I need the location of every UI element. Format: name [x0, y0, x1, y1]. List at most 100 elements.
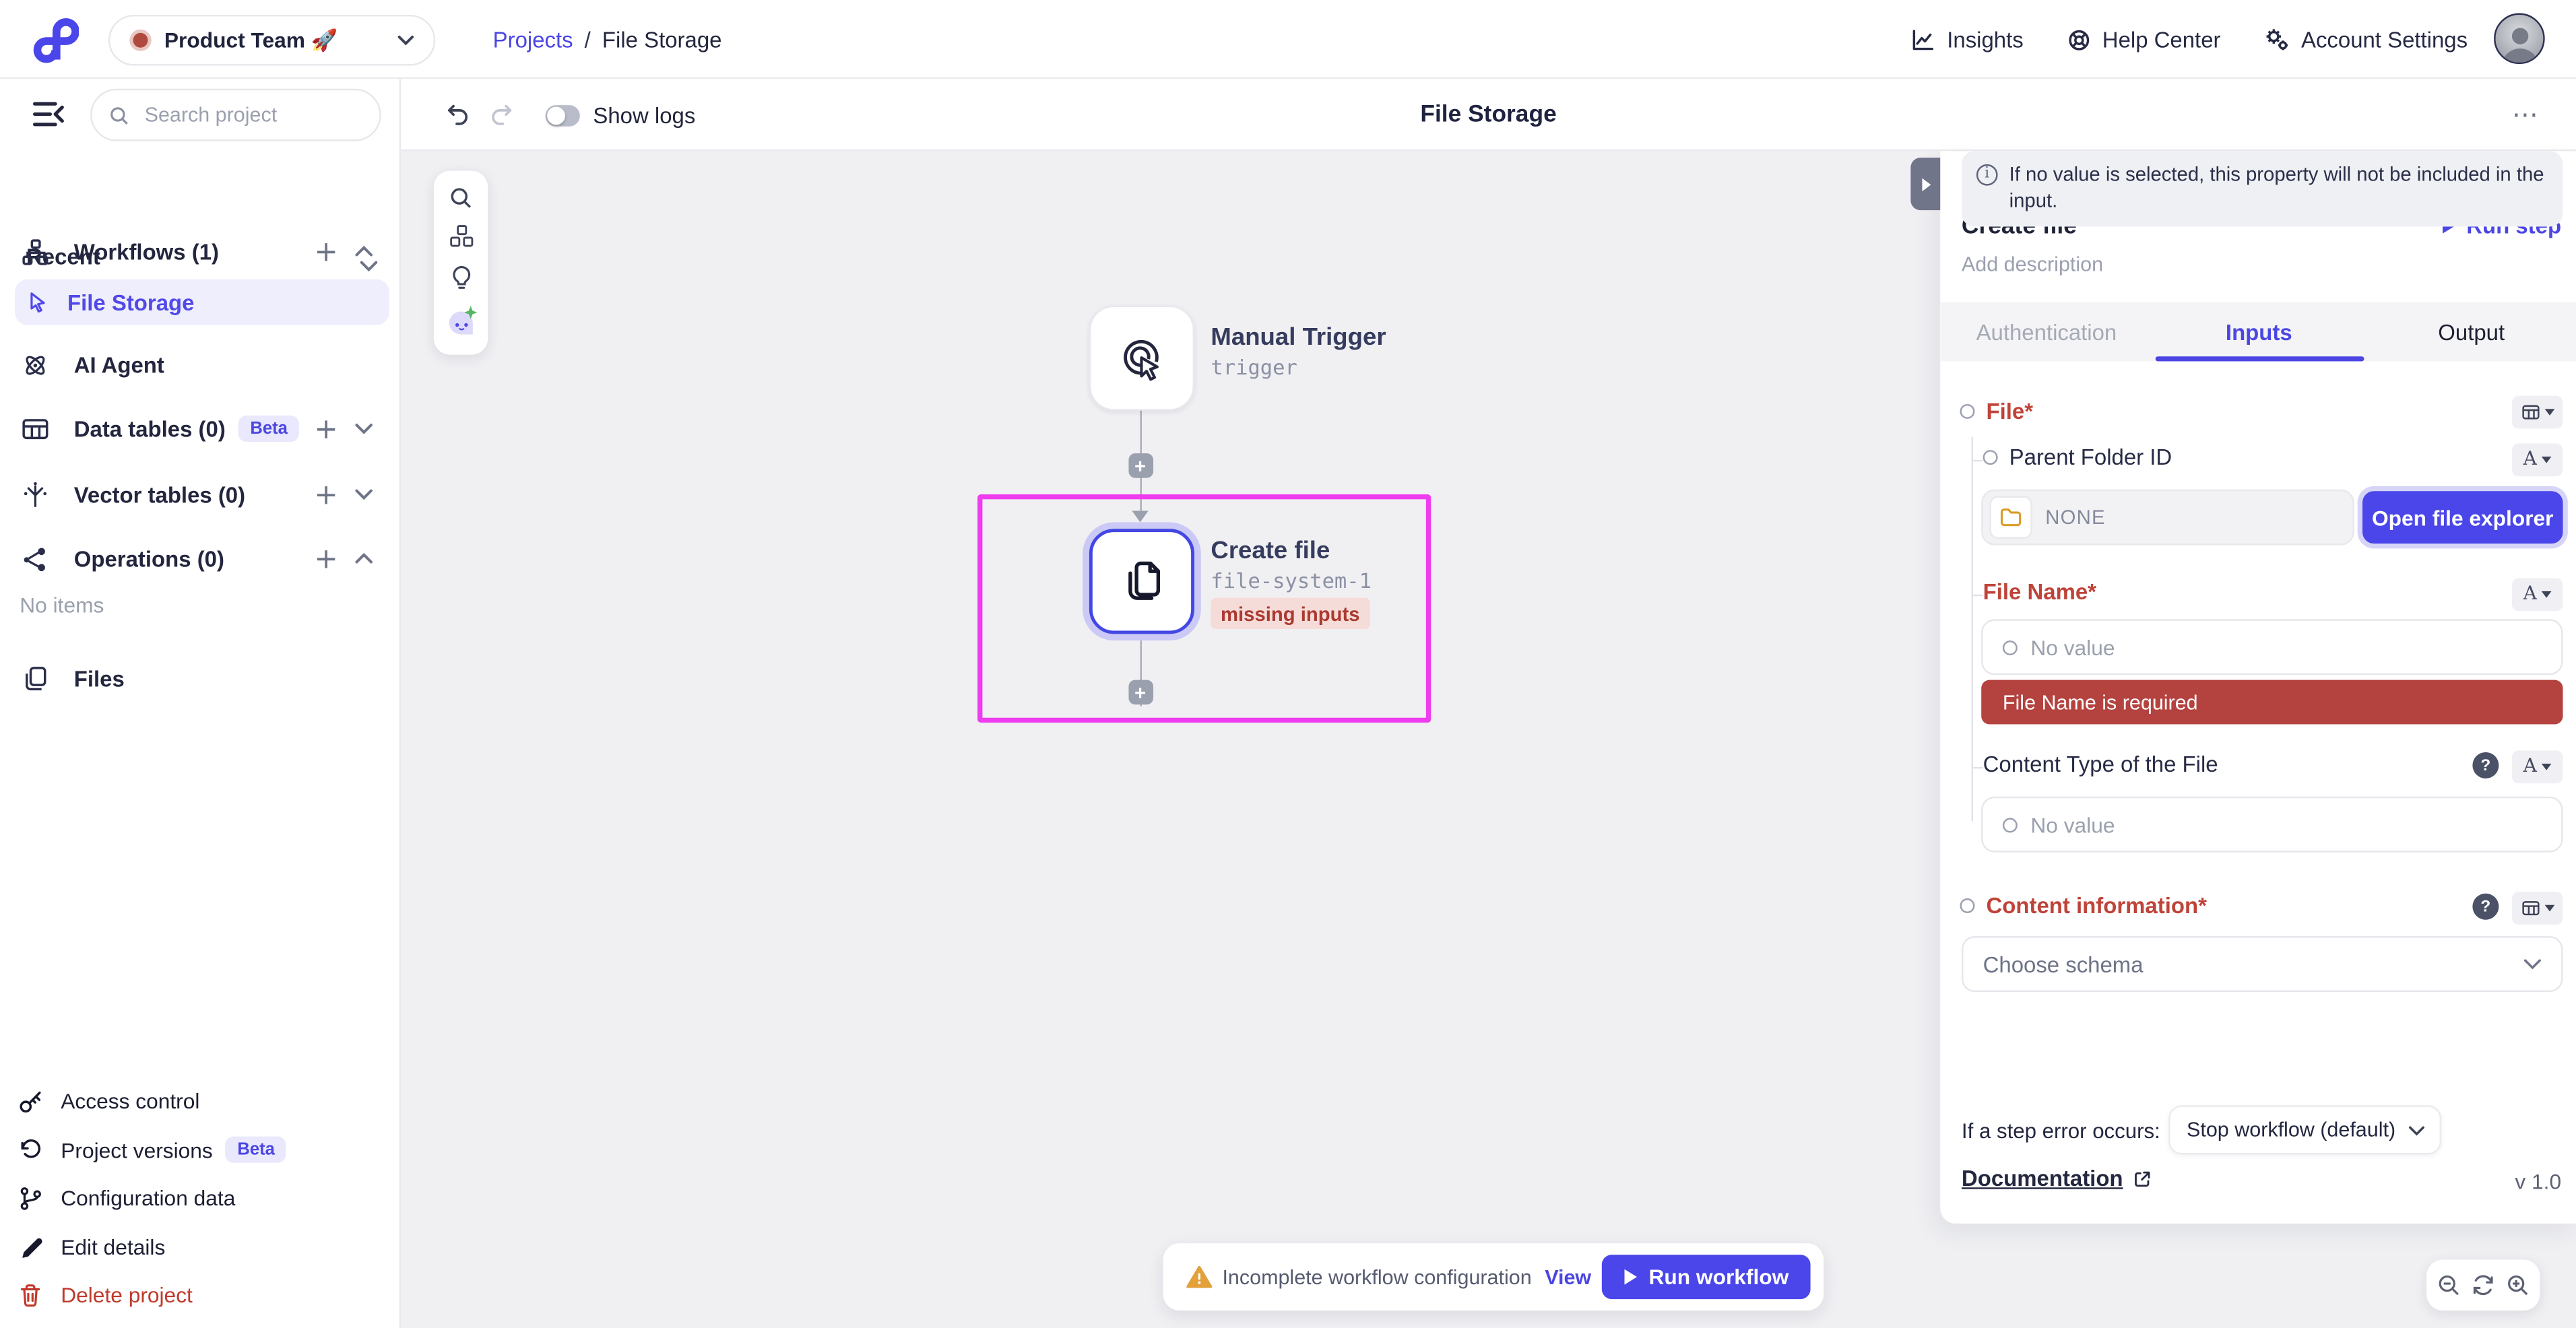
text-type-icon: A [2523, 758, 2537, 776]
parent-folder-type-selector[interactable]: A [2512, 443, 2563, 476]
field-connector-circle[interactable] [1960, 404, 1974, 419]
ai-assistant-icon[interactable] [443, 304, 479, 341]
zoom-out-icon[interactable] [2437, 1273, 2461, 1298]
key-icon [18, 1089, 61, 1114]
schema-grid-icon [2521, 404, 2539, 420]
help-icon[interactable]: ? [2472, 894, 2499, 920]
on-error-label: If a step error occurs: [1962, 1105, 2160, 1154]
blocks-icon[interactable] [448, 224, 474, 250]
team-selector[interactable]: Product Team 🚀 [108, 15, 435, 66]
tab-authentication[interactable]: Authentication [1940, 302, 2152, 362]
content-type-input[interactable]: No value [1981, 797, 2563, 853]
panel-tabs: Authentication Inputs Output [1940, 302, 2576, 362]
content-info-type-selector[interactable] [2512, 892, 2563, 925]
sidebar-item-edit-details[interactable]: Edit details [0, 1223, 401, 1271]
add-operation-button[interactable] [315, 547, 337, 569]
help-icon[interactable]: ? [2472, 752, 2499, 778]
sidebar-item-data-tables[interactable]: Data tables (0) Beta [22, 407, 383, 450]
chevron-up-icon[interactable] [355, 244, 373, 258]
run-workflow-button[interactable]: Run workflow [1601, 1255, 1810, 1299]
on-error-dropdown[interactable]: Stop workflow (default) [2168, 1105, 2441, 1154]
node-create-file[interactable] [1089, 529, 1194, 634]
on-error-value: Stop workflow (default) [2187, 1119, 2395, 1141]
sidebar-item-workflows[interactable]: Workflows (1) [22, 230, 383, 272]
insert-step-button[interactable]: + [1128, 453, 1153, 478]
choose-schema-select[interactable]: Choose schema [1962, 936, 2563, 992]
documentation-link[interactable]: Documentation [1962, 1166, 2153, 1191]
workflow-title: File Storage [401, 79, 2576, 151]
active-tab-indicator [2156, 356, 2364, 362]
chevron-up-icon[interactable] [355, 552, 373, 565]
breadcrumb-projects[interactable]: Projects [493, 27, 573, 52]
folder-chip [1989, 496, 2032, 539]
zoom-in-icon[interactable] [2505, 1273, 2530, 1298]
data-tables-label: Data tables (0) [74, 416, 226, 441]
field-connector-circle[interactable] [1983, 450, 1998, 465]
sidebar-item-configuration-data[interactable]: Configuration data [0, 1174, 401, 1222]
access-control-label: Access control [61, 1089, 199, 1114]
chevron-down-icon[interactable] [355, 488, 373, 501]
node-manual-trigger[interactable] [1089, 306, 1194, 411]
help-center-link[interactable]: Help Center [2066, 27, 2220, 52]
documentation-label: Documentation [1962, 1166, 2123, 1191]
collapse-panel-handle[interactable] [1910, 158, 1940, 210]
sidebar-item-vector-tables[interactable]: Vector tables (0) [22, 473, 383, 515]
sidebar-item-operations[interactable]: Operations (0) [22, 537, 383, 579]
app-logo[interactable] [30, 15, 79, 64]
file-type-selector[interactable] [2512, 396, 2563, 429]
workflows-label: Workflows (1) [74, 239, 219, 264]
reset-zoom-icon[interactable] [2471, 1273, 2496, 1298]
sidebar-item-file-storage[interactable]: File Storage [15, 279, 389, 325]
undo-icon[interactable] [445, 79, 472, 151]
sidebar-item-delete-project[interactable]: Delete project [0, 1271, 401, 1319]
sidebar-item-project-versions[interactable]: Project versions Beta [0, 1126, 401, 1174]
show-logs-label: Show logs [593, 79, 695, 151]
text-type-icon: A [2523, 585, 2537, 604]
lightbulb-icon[interactable] [449, 264, 472, 290]
insights-link[interactable]: Insights [1911, 27, 2024, 52]
trigger-node-title: Manual Trigger [1211, 323, 1386, 351]
search-input[interactable] [141, 102, 355, 128]
view-warnings-link[interactable]: View [1545, 1265, 1591, 1288]
chevron-down-icon[interactable] [355, 422, 373, 436]
manual-trigger-icon [1114, 330, 1170, 386]
file-name-input[interactable]: No value [1981, 619, 2563, 675]
tab-output[interactable]: Output [2365, 302, 2576, 362]
content-information-label: Content information* [1987, 894, 2207, 919]
vector-sparkle-icon [22, 480, 74, 508]
delete-project-label: Delete project [61, 1283, 193, 1308]
search-nodes-icon[interactable] [449, 185, 474, 210]
file-name-placeholder: No value [2030, 635, 2115, 660]
field-parent-folder: Parent Folder ID [1983, 445, 2172, 470]
collapse-sidebar-icon[interactable] [30, 95, 67, 133]
file-name-type-selector[interactable]: A [2512, 578, 2563, 611]
beta-badge: Beta [238, 416, 299, 442]
sidebar-item-ai-agent[interactable]: AI Agent [22, 343, 383, 386]
molecule-icon [22, 544, 74, 572]
sidebar-item-access-control[interactable]: Access control [0, 1077, 401, 1125]
file-storage-workflow-label: File Storage [67, 290, 194, 314]
warning-message: Incomplete workflow configuration [1222, 1265, 1531, 1288]
sidebar-item-files[interactable]: Files [22, 657, 383, 700]
open-file-explorer-button[interactable]: Open file explorer [2362, 491, 2563, 543]
user-avatar[interactable] [2494, 13, 2545, 65]
lifebuoy-icon [2066, 27, 2091, 52]
gear-icon [2263, 26, 2290, 53]
add-workflow-button[interactable] [315, 240, 337, 262]
content-type-type-selector[interactable]: A [2512, 751, 2563, 784]
redo-icon[interactable] [488, 79, 514, 151]
account-settings-link[interactable]: Account Settings [2263, 26, 2468, 53]
add-description-field[interactable]: Add description [1962, 253, 2103, 276]
caret-down-icon [2542, 457, 2552, 463]
field-connector-circle[interactable] [1960, 898, 1974, 913]
tab-inputs[interactable]: Inputs [2153, 302, 2365, 362]
more-menu-icon[interactable]: ⋯ [2512, 79, 2540, 151]
workflow-warning-bar: Incomplete workflow configuration View R… [1163, 1243, 1824, 1310]
show-logs-toggle[interactable] [546, 104, 580, 126]
pencil-icon [18, 1234, 61, 1259]
parent-folder-value-field[interactable]: NONE [1981, 490, 2354, 545]
add-data-table-button[interactable] [315, 418, 337, 440]
tree-elbow [1970, 460, 1982, 461]
add-vector-table-button[interactable] [315, 484, 337, 505]
project-search[interactable] [90, 89, 381, 141]
